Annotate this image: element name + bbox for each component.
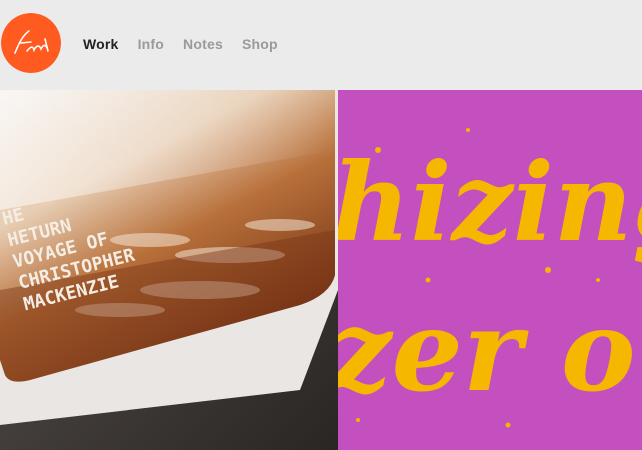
main-nav: Work Info Notes Shop [83,36,278,52]
site-header: Work Info Notes Shop [0,0,642,90]
nav-notes[interactable]: Notes [183,36,223,52]
nav-work[interactable]: Work [83,36,119,52]
lettering-line-1: hizing [338,140,642,266]
logo-signature-icon [1,13,61,73]
brush-lettering-image: hizing zer o [338,90,642,450]
nav-shop[interactable]: Shop [242,36,278,52]
album-cover-image: HE HETURN VOYAGE OF CHRISTOPHER MACKENZI… [0,90,338,450]
project-tile-album-cover[interactable]: HE HETURN VOYAGE OF CHRISTOPHER MACKENZI… [0,90,338,450]
project-tile-brush-lettering[interactable]: hizing zer o [338,90,642,450]
nav-info[interactable]: Info [138,36,164,52]
logo[interactable] [1,13,61,73]
lettering-line-2: zer o [338,286,636,417]
